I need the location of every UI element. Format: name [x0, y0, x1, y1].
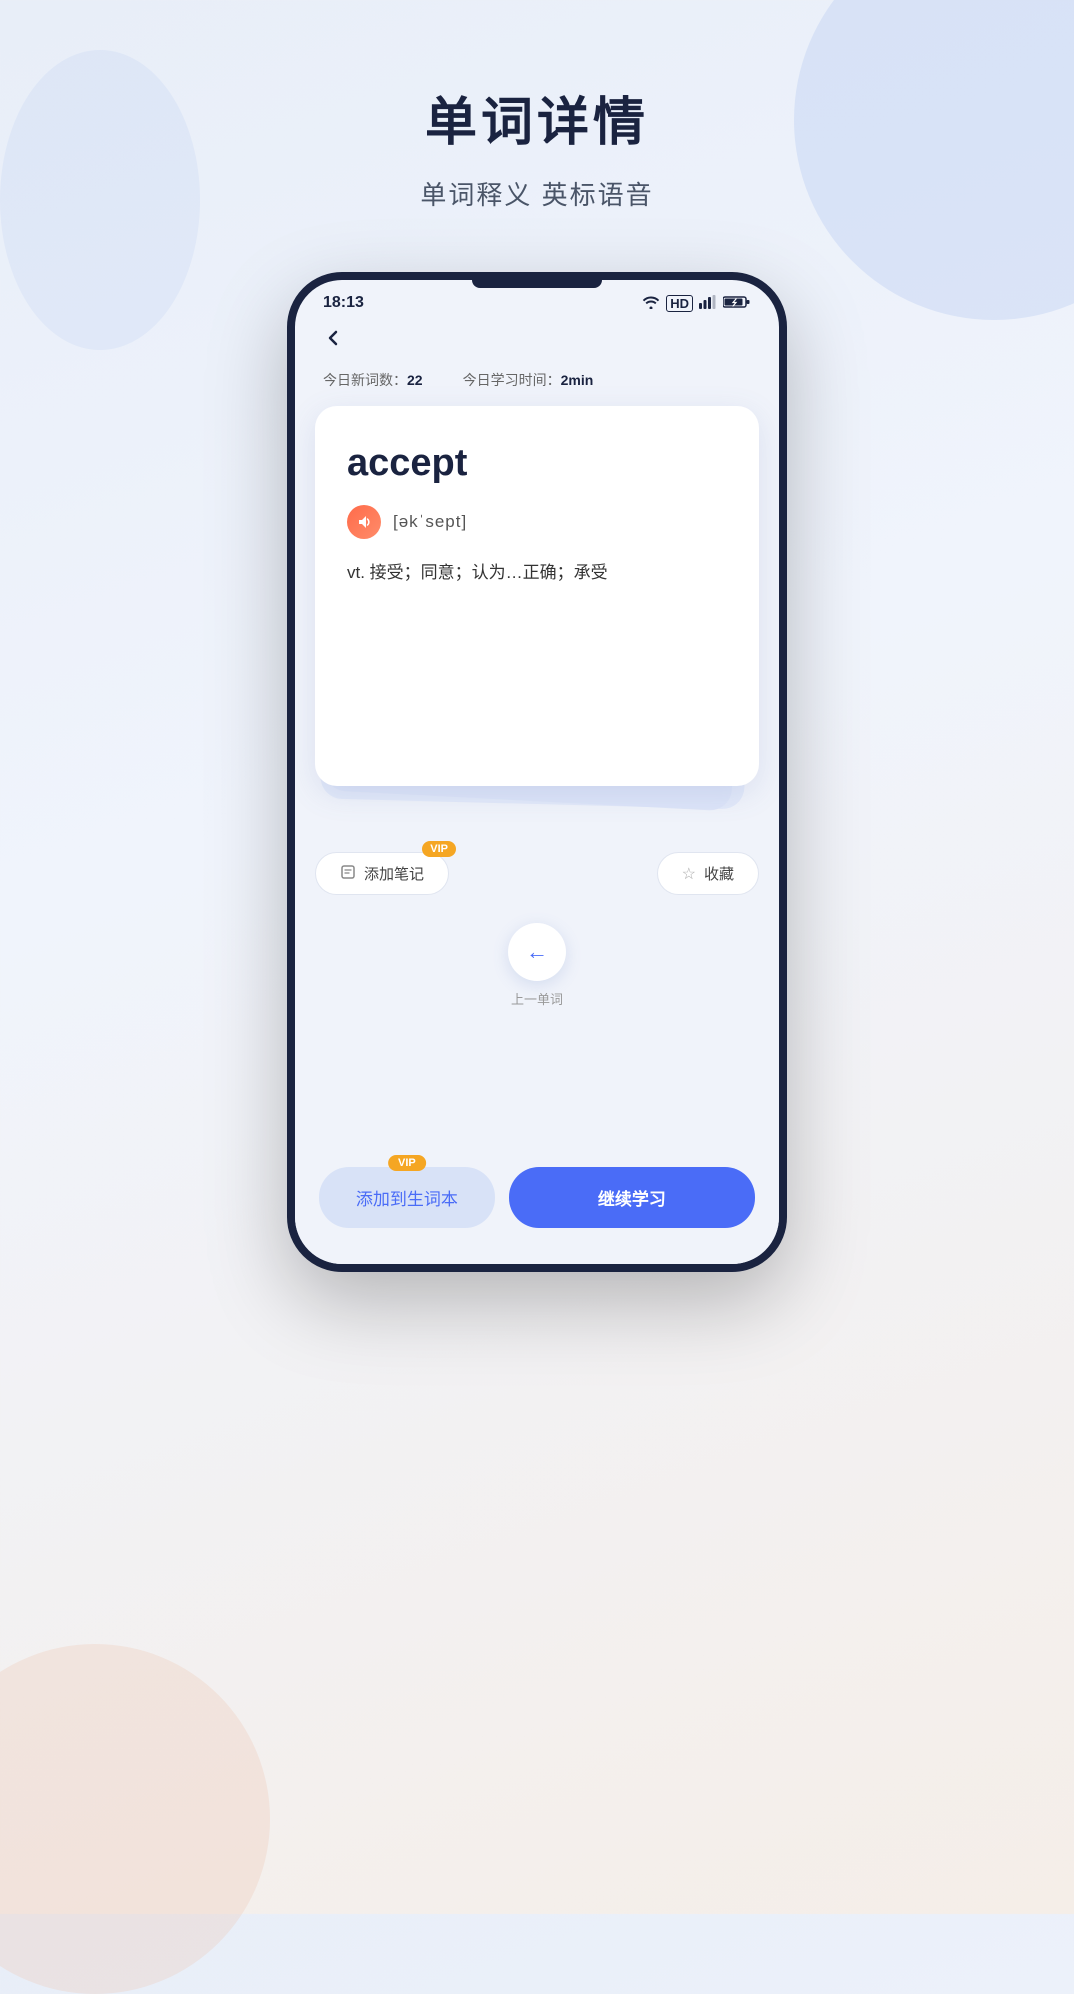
- add-note-button[interactable]: 添加笔记 VIP: [315, 852, 449, 895]
- wifi-icon: [642, 295, 660, 312]
- pronunciation-row: [əkˈsept]: [347, 505, 727, 539]
- word-heading: accept: [347, 442, 727, 485]
- status-bar: 18:13 HD: [295, 280, 779, 320]
- new-words-stat: 今日新词数：22: [323, 370, 423, 390]
- word-definition: vt. 接受；同意；认为…正确；承受: [347, 559, 727, 588]
- back-button[interactable]: [295, 320, 779, 362]
- add-note-vip-badge: VIP: [422, 841, 456, 857]
- prev-word-button[interactable]: ←: [508, 923, 566, 981]
- card-area: accept [əkˈsept] vt. 接受；同意；认为…正确；承受: [295, 406, 779, 836]
- page-title: 单词详情: [0, 80, 1074, 155]
- word-card: accept [əkˈsept] vt. 接受；同意；认为…正确；承受: [315, 406, 759, 786]
- phonetic-text: [əkˈsept]: [393, 512, 467, 532]
- signal-icon: [699, 295, 717, 312]
- card-actions: 添加笔记 VIP ☆ 收藏: [295, 852, 779, 895]
- sound-button[interactable]: [347, 505, 381, 539]
- add-vocab-vip-badge: VIP: [388, 1155, 426, 1171]
- add-vocab-button[interactable]: VIP 添加到生词本: [319, 1167, 495, 1228]
- note-icon: [340, 864, 356, 884]
- navigation-area: ← 上一单词: [295, 923, 779, 1008]
- stats-bar: 今日新词数：22 今日学习时间：2min: [295, 362, 779, 406]
- study-time-stat: 今日学习时间：2min: [463, 370, 594, 390]
- bottom-actions: VIP 添加到生词本 继续学习: [295, 1147, 779, 1264]
- prev-word-label: 上一单词: [511, 989, 563, 1008]
- page-subtitle: 单词释义 英标语音: [0, 175, 1074, 212]
- star-icon: ☆: [682, 864, 696, 884]
- hd-badge: HD: [666, 295, 693, 312]
- prev-arrow-icon: ←: [526, 939, 548, 965]
- status-time: 18:13: [323, 294, 364, 312]
- phone-mockup: 18:13 HD: [0, 272, 1074, 1272]
- continue-button[interactable]: 继续学习: [509, 1167, 755, 1228]
- battery-icon: [723, 295, 751, 312]
- collect-button[interactable]: ☆ 收藏: [657, 852, 759, 895]
